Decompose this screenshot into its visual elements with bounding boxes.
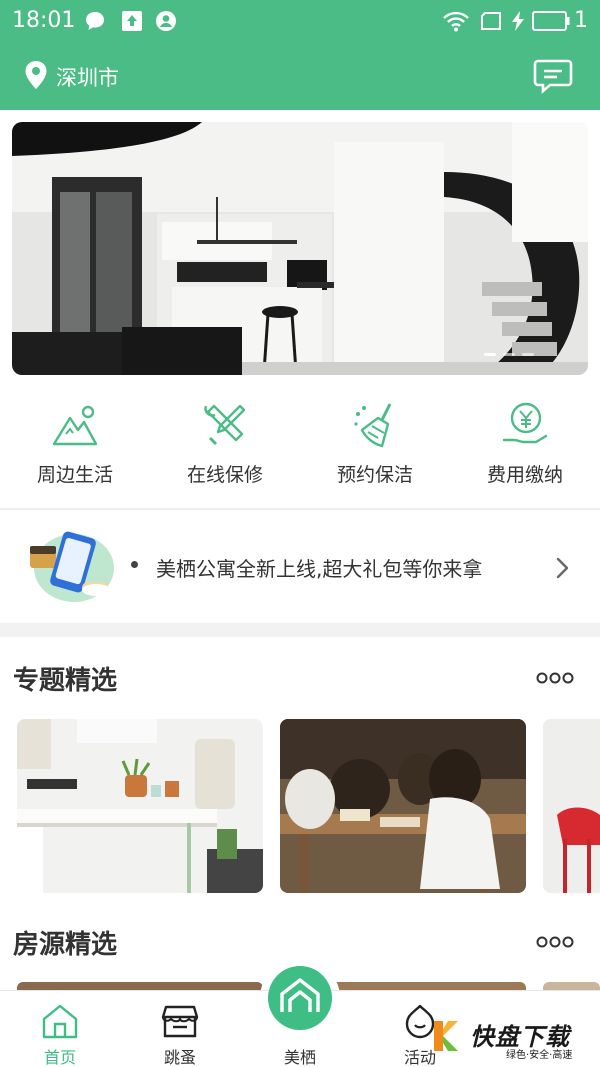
market-icon <box>161 1003 199 1043</box>
status-bar: 18:01 1 <box>0 0 600 42</box>
section-title-listings: 房源精选 <box>13 930 118 960</box>
topic-image <box>17 719 263 893</box>
service-pay-fees[interactable]: 费用缴纳 <box>450 400 600 495</box>
chat-bubble-icon <box>84 10 106 36</box>
account-icon <box>155 10 177 36</box>
nav-label: 美栖 <box>283 1048 316 1067</box>
app-header: 18:01 1 深圳市 <box>0 0 600 110</box>
bullet <box>131 561 138 568</box>
service-book-cleaning[interactable]: 预约保洁 <box>300 400 450 495</box>
sim-icon <box>479 10 503 36</box>
announcement-text[interactable]: 美栖公寓全新上线,超大礼包等你来拿 <box>156 553 482 582</box>
home-icon <box>41 1003 79 1043</box>
upload-icon <box>121 10 143 36</box>
battery-icon <box>532 11 570 35</box>
nav-home[interactable]: 首页 <box>10 991 110 1067</box>
more-icon[interactable] <box>536 934 576 954</box>
service-label: 周边生活 <box>36 464 113 486</box>
topic-image <box>543 719 600 893</box>
section-title-topics: 专题精选 <box>13 666 118 696</box>
promo-banner[interactable] <box>12 122 588 375</box>
gift-phone-icon <box>22 528 118 608</box>
nav-label: 跳蚤 <box>163 1048 196 1067</box>
section-gap <box>0 623 600 637</box>
yen-hand-icon <box>450 400 600 454</box>
watermark-subtitle: 绿色·安全·高速 <box>506 1050 573 1061</box>
service-nearby-life[interactable]: 周边生活 <box>0 400 150 495</box>
nav-market[interactable]: 跳蚤 <box>130 991 230 1067</box>
chevron-right-icon[interactable] <box>555 556 571 584</box>
service-label: 费用缴纳 <box>486 464 563 486</box>
brand-house-icon[interactable] <box>268 966 332 1030</box>
charging-icon <box>510 10 526 36</box>
mountain-icon <box>0 400 150 454</box>
service-label: 预约保洁 <box>336 464 413 486</box>
watermark-logo: 快盘下载 绿色·安全·高速 <box>430 1015 600 1067</box>
wifi-icon <box>442 10 470 36</box>
topic-image <box>280 719 526 893</box>
service-label: 在线保修 <box>186 464 263 486</box>
status-time: 18:01 <box>12 8 76 33</box>
broom-icon <box>300 400 450 454</box>
topic-card[interactable] <box>17 719 263 893</box>
nav-label: 首页 <box>43 1048 76 1067</box>
wrench-screwdriver-icon <box>150 400 300 454</box>
more-icon[interactable] <box>536 670 576 690</box>
battery-level-text: 1 <box>574 8 588 33</box>
location-pin-icon[interactable] <box>24 60 48 94</box>
k-logo-icon <box>434 1021 458 1051</box>
divider <box>0 508 600 510</box>
banner-image <box>12 122 588 375</box>
topic-card[interactable] <box>280 719 526 893</box>
city-selector[interactable]: 深圳市 <box>56 62 119 92</box>
topic-card[interactable] <box>543 719 600 893</box>
message-icon[interactable] <box>533 58 573 94</box>
service-online-repair[interactable]: 在线保修 <box>150 400 300 495</box>
